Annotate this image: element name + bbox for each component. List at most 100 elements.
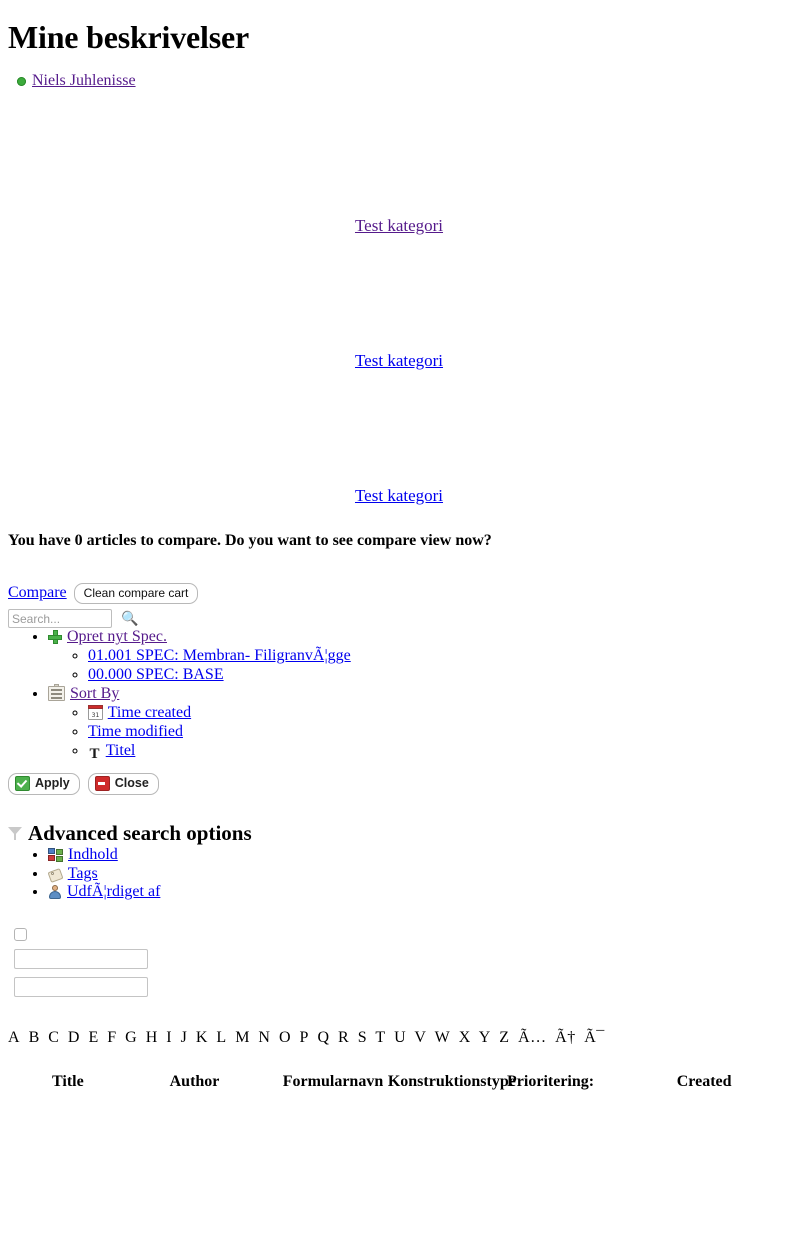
udfaerdiget-af-link[interactable]: UdfÃ¦rdiget af [67, 883, 160, 900]
list-item: Niels Juhlenisse [8, 71, 790, 90]
alpha-letter[interactable]: Y [479, 1029, 491, 1046]
results-table-head: Title Author Formularnavn Konstruktionst… [8, 1069, 798, 1095]
list-item: Time modified [88, 723, 790, 742]
advanced-search-title: Advanced search options [28, 820, 252, 845]
compare-link[interactable]: Compare [8, 584, 67, 602]
category-link-3[interactable]: Test kategori [355, 486, 443, 505]
menu-item-create: Opret nyt Spec. 01.001 SPEC: Membran- Fi… [48, 628, 790, 685]
alpha-letter[interactable]: R [338, 1029, 349, 1046]
page-root: Mine beskrivelser Niels Juhlenisse Test … [0, 0, 798, 1103]
blocks-icon [48, 847, 63, 862]
alpha-letter[interactable]: J [181, 1029, 188, 1046]
tags-link[interactable]: Tags [68, 865, 98, 882]
alpha-letter[interactable]: N [258, 1029, 270, 1046]
sort-by-link[interactable]: Sort By [70, 685, 119, 702]
alpha-letter[interactable]: X [459, 1029, 471, 1046]
list-item: 00.000 SPEC: BASE [88, 666, 790, 685]
tag-icon [48, 868, 63, 881]
alpha-letter[interactable]: Ã¯ [584, 1029, 605, 1046]
category-block-3: Test kategori [8, 486, 790, 506]
alpha-letter[interactable]: V [414, 1029, 426, 1046]
binoculars-icon[interactable]: 🔍 [121, 612, 138, 626]
red-minus-icon [94, 775, 110, 791]
category-block-2: Test kategori [8, 351, 790, 371]
indhold-link[interactable]: Indhold [68, 846, 118, 863]
text-t-icon: T [89, 745, 100, 762]
clean-compare-cart-button[interactable]: Clean compare cart [73, 582, 199, 605]
alpha-letter[interactable]: A [8, 1029, 20, 1046]
search-input[interactable] [8, 609, 112, 629]
sort-time-modified-link[interactable]: Time modified [88, 723, 183, 740]
plus-icon [48, 630, 62, 645]
calendar-icon [88, 704, 103, 720]
alpha-letter[interactable]: H [146, 1029, 158, 1046]
alpha-letter[interactable]: Q [317, 1029, 329, 1046]
close-button-label: Close [114, 776, 149, 791]
column-header-konstruktionstype[interactable]: Konstruktionstype [388, 1069, 516, 1095]
alpha-letter[interactable]: T [375, 1029, 385, 1046]
create-spec-submenu: 01.001 SPEC: Membran- FiligranvÃ¦gge 00.… [48, 647, 790, 685]
sort-time-created-link[interactable]: Time created [108, 704, 191, 721]
column-header-title[interactable]: Title [8, 1069, 170, 1095]
alpha-letter[interactable]: K [196, 1029, 208, 1046]
menu-item-sort: Sort By Time created Time modified T Tit… [48, 684, 790, 761]
alpha-letter[interactable]: D [68, 1029, 80, 1046]
spec-link-01001[interactable]: 01.001 SPEC: Membran- FiligranvÃ¦gge [88, 647, 351, 664]
advanced-field-one[interactable] [14, 949, 148, 970]
actions-menu: Opret nyt Spec. 01.001 SPEC: Membran- Fi… [8, 628, 790, 761]
compare-message: You have 0 articles to compare. Do you w… [8, 532, 492, 550]
alpha-letter[interactable]: U [394, 1029, 406, 1046]
apply-button-label: Apply [35, 776, 70, 791]
alpha-letter[interactable]: F [107, 1029, 116, 1046]
alpha-letter[interactable]: G [125, 1029, 137, 1046]
alpha-letter[interactable]: E [88, 1029, 98, 1046]
column-header-formularnavn[interactable]: Formularnavn [283, 1069, 388, 1095]
table-header-row: Title Author Formularnavn Konstruktionst… [8, 1069, 798, 1095]
person-icon [48, 885, 62, 900]
advanced-field-two[interactable] [14, 977, 148, 998]
sort-by-submenu: Time created Time modified T Titel [48, 704, 790, 761]
results-table: Title Author Formularnavn Konstruktionst… [8, 1069, 798, 1095]
alpha-letter[interactable]: S [358, 1029, 367, 1046]
sort-titel-link[interactable]: Titel [106, 742, 136, 759]
spec-link-00000[interactable]: 00.000 SPEC: BASE [88, 666, 224, 683]
alpha-letter[interactable]: I [166, 1029, 172, 1046]
alpha-letter[interactable]: Z [499, 1029, 509, 1046]
column-header-author[interactable]: Author [170, 1069, 283, 1095]
search-bar: 🔍 [8, 609, 790, 629]
list-item: 01.001 SPEC: Membran- FiligranvÃ¦gge [88, 647, 790, 666]
column-header-prioritering[interactable]: Prioritering: [507, 1069, 677, 1095]
alpha-letter[interactable]: P [300, 1029, 309, 1046]
alpha-letter[interactable]: O [279, 1029, 291, 1046]
alphabet-filter: A B C D E F G H I J K L M N O P Q R S T … [8, 1029, 790, 1047]
user-link[interactable]: Niels Juhlenisse [32, 72, 136, 89]
user-list: Niels Juhlenisse [8, 71, 790, 90]
compare-actions: Compare Clean compare cart [8, 582, 790, 605]
advanced-option-author: UdfÃ¦rdiget af [48, 883, 790, 902]
category-link-1[interactable]: Test kategori [355, 216, 443, 235]
list-item: Time created [88, 704, 790, 723]
advanced-options-list: Indhold Tags UdfÃ¦rdiget af [8, 846, 790, 903]
apply-close-actions: Apply Close [8, 772, 790, 795]
alpha-letter[interactable]: W [435, 1029, 451, 1046]
alpha-letter[interactable]: B [29, 1029, 40, 1046]
alpha-letter[interactable]: Ã… [518, 1029, 547, 1046]
alpha-letter[interactable]: C [48, 1029, 59, 1046]
advanced-search-heading: Advanced search options [8, 821, 790, 846]
category-link-2[interactable]: Test kategori [355, 351, 443, 370]
alpha-letter[interactable]: M [235, 1029, 250, 1046]
alpha-letter[interactable]: L [216, 1029, 226, 1046]
green-dot-icon [17, 77, 26, 87]
category-block-1: Test kategori [8, 216, 790, 236]
page-title: Mine beskrivelser [8, 19, 249, 55]
close-button[interactable]: Close [87, 772, 159, 795]
advanced-option-indhold: Indhold [48, 846, 790, 865]
alpha-letter[interactable]: Ã† [555, 1029, 576, 1046]
advanced-filter-checkbox[interactable] [14, 928, 27, 942]
apply-button[interactable]: Apply [8, 772, 80, 795]
create-spec-link[interactable]: Opret nyt Spec. [67, 628, 167, 645]
column-header-created[interactable]: Created [677, 1069, 798, 1095]
